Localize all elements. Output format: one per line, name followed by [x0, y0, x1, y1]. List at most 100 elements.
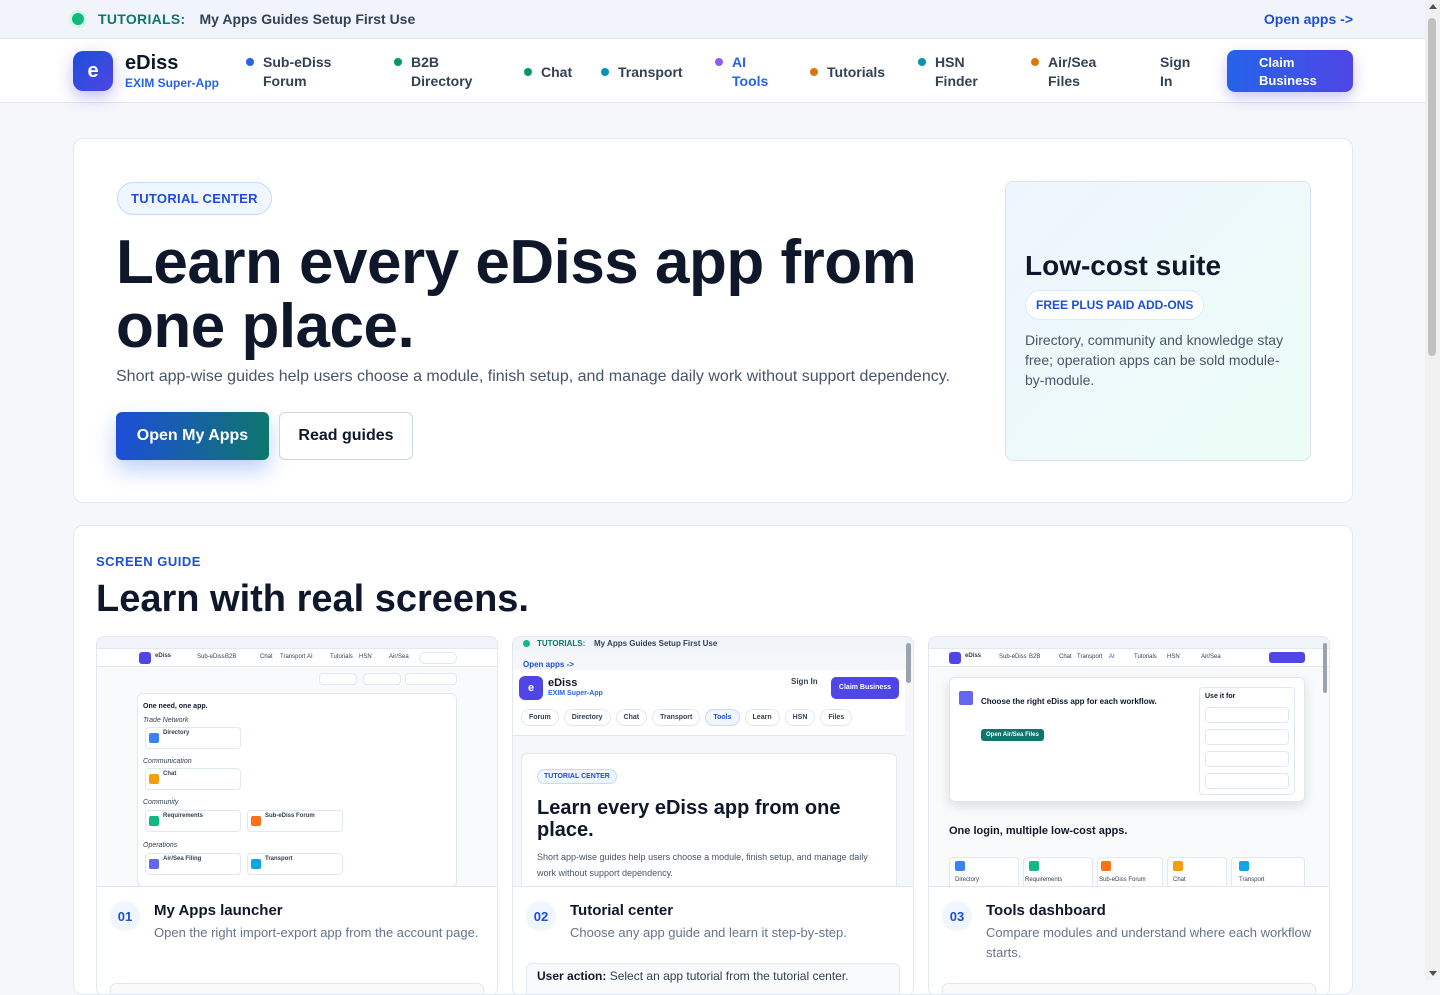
mini-app: Chat	[163, 771, 177, 777]
status-dot-icon	[72, 13, 84, 25]
hero-description: Short app-wise guides help users choose …	[116, 368, 950, 385]
nav-dot-icon	[246, 58, 254, 66]
brand-subtitle: EXIM Super-App	[125, 76, 220, 90]
announcement-text: My Apps Guides Setup First Use	[199, 11, 416, 27]
mini-app: Air/Sea Filing	[163, 856, 202, 862]
open-apps-link[interactable]: Open apps ->	[1264, 11, 1353, 27]
page-scrollbar[interactable]	[1425, 0, 1440, 980]
mini-chip: Learn	[744, 709, 780, 726]
nav-item-label: B2B Directory	[411, 54, 473, 89]
nav-item-transport[interactable]: Transport	[601, 63, 683, 82]
nav-dot-icon	[810, 68, 818, 76]
pricing-tag: FREE PLUS PAID ADD-ONS	[1025, 290, 1205, 320]
scrollbar-thumb[interactable]	[1428, 18, 1436, 356]
section-title: Learn with real screens.	[96, 578, 529, 620]
mini-brand: eDiss	[548, 677, 578, 689]
hero-section: TUTORIAL CENTER Learn every eDiss app fr…	[73, 138, 1353, 503]
card-description: Compare modules and understand where eac…	[986, 925, 1312, 960]
mini-group: Community	[143, 799, 179, 806]
nav-item-hsn-finder[interactable]: HSN Finder	[918, 53, 985, 91]
nav-item-label: HSN Finder	[935, 54, 978, 89]
mini-app: Directory	[955, 877, 980, 883]
tutorial-center-screenshot: TUTORIALS: My Apps Guides Setup First Us…	[513, 637, 913, 887]
nav-item-label: Transport	[618, 64, 683, 80]
nav-dot-icon	[1031, 58, 1039, 66]
mini-chip: Directory	[563, 709, 611, 726]
mini-bar-text: My Apps Guides Setup First Use	[594, 639, 718, 648]
guide-card-tools-dashboard[interactable]: eDiss Sub-eDiss B2B Chat Transport AI Tu…	[928, 636, 1330, 994]
nav-item-label: AI Tools	[732, 54, 769, 89]
brand[interactable]: eDiss EXIM Super-App	[125, 52, 219, 90]
nav-dot-icon	[715, 58, 723, 66]
guide-card-tutorial-center[interactable]: TUTORIALS: My Apps Guides Setup First Us…	[512, 636, 914, 994]
mini-button: Open Air/Sea Files	[981, 729, 1044, 741]
card-note	[110, 983, 484, 994]
mini-heading: One need, one app.	[143, 703, 208, 710]
scroll-down-icon[interactable]	[1429, 971, 1437, 976]
brand-logo[interactable]: e	[73, 51, 113, 91]
mini-chip: HSN	[784, 709, 816, 726]
mini-group: Operations	[143, 842, 178, 849]
mini-desc: Short app-wise guides help users choose …	[537, 852, 868, 878]
nav-item-ai-tools[interactable]: AI Tools	[715, 53, 772, 91]
mini-app: Transport	[1239, 877, 1265, 883]
read-guides-button[interactable]: Read guides	[279, 412, 413, 460]
mini-pill: TUTORIAL CENTER	[537, 769, 617, 784]
mini-open-apps: Open apps ->	[523, 660, 574, 669]
screen-guide-section: SCREEN GUIDE Learn with real screens. eD…	[73, 525, 1353, 995]
claim-business-button[interactable]: Claim Business	[1227, 50, 1353, 92]
mini-group: Communication	[143, 758, 192, 765]
nav-item-air-sea-files[interactable]: Air/Sea Files	[1031, 53, 1112, 91]
card-description: Choose any app guide and learn it step-b…	[570, 925, 847, 940]
card-title: Tools dashboard	[986, 902, 1106, 919]
card-note	[942, 983, 1316, 994]
mini-chip-row: Forum Directory Chat Transport Tools Lea…	[521, 709, 853, 726]
nav-item-label: Chat	[541, 64, 573, 80]
low-cost-suite-panel: Low-cost suite FREE PLUS PAID ADD-ONS Di…	[1005, 181, 1311, 461]
card-note: User action: Select an app tutorial from…	[526, 963, 900, 994]
mini-sub-heading: One login, multiple low-cost apps.	[949, 825, 1128, 837]
panel-title: Low-cost suite	[1025, 250, 1222, 281]
nav-item-label: Air/Sea Files	[1048, 54, 1097, 89]
mini-app: Transport	[265, 856, 293, 862]
mini-chip: Chat	[615, 709, 648, 726]
mini-title: Learn every eDiss app from one place.	[537, 797, 841, 841]
mini-chip: Transport	[652, 709, 701, 726]
nav-dot-icon	[601, 68, 609, 76]
sign-in-link[interactable]: Sign In	[1160, 53, 1200, 91]
mini-chip: Tools	[705, 709, 740, 726]
main-navigation: e eDiss EXIM Super-App Sub-eDiss Forum B…	[0, 39, 1425, 103]
card-description: Open the right import-export app from th…	[154, 925, 479, 940]
guide-card-my-apps[interactable]: eDiss Sub-eDiss B2B Chat Transport AI Tu…	[96, 636, 498, 994]
tools-dashboard-screenshot: eDiss Sub-eDiss B2B Chat Transport AI Tu…	[929, 637, 1329, 887]
nav-dot-icon	[918, 58, 926, 66]
announcement-bar: TUTORIALS: My Apps Guides Setup First Us…	[0, 0, 1425, 39]
card-title: My Apps launcher	[154, 902, 283, 919]
nav-item-tutorials[interactable]: Tutorials	[810, 63, 885, 82]
mini-app: Requirements	[163, 813, 204, 819]
mini-claim: Claim Business	[831, 677, 899, 699]
note-text: Select an app tutorial from the tutorial…	[609, 969, 849, 983]
nav-dot-icon	[394, 58, 402, 66]
mini-app: Chat	[1173, 877, 1186, 883]
mini-use-it-for: Use it for	[1205, 693, 1236, 700]
open-my-apps-button[interactable]: Open My Apps	[116, 412, 269, 460]
mini-group: Trade Network	[143, 717, 189, 724]
nav-item-forum[interactable]: Sub-eDiss Forum	[246, 53, 346, 91]
mini-brand-sub: EXIM Super-App	[548, 690, 603, 697]
mini-heading: Choose the right eDiss app for each work…	[981, 697, 1157, 706]
nav-item-chat[interactable]: Chat	[524, 63, 572, 82]
panel-text: Directory, community and knowledge stay …	[1025, 332, 1284, 388]
nav-item-label: Sub-eDiss Forum	[263, 54, 332, 89]
nav-item-directory[interactable]: B2B Directory	[394, 53, 494, 91]
note-label: User action:	[537, 969, 607, 983]
mini-kicker: TUTORIALS:	[537, 639, 586, 648]
mini-app: Sub-eDiss Forum	[1099, 877, 1146, 883]
section-kicker: SCREEN GUIDE	[96, 554, 201, 569]
hero-title: Learn every eDiss app from one place.	[116, 228, 917, 361]
scroll-up-icon[interactable]	[1429, 4, 1437, 9]
mini-chip: Files	[820, 709, 853, 726]
mini-app: Directory	[163, 730, 190, 736]
tutorial-center-badge: TUTORIAL CENTER	[117, 182, 272, 215]
announcement-kicker: TUTORIALS:	[98, 11, 186, 27]
